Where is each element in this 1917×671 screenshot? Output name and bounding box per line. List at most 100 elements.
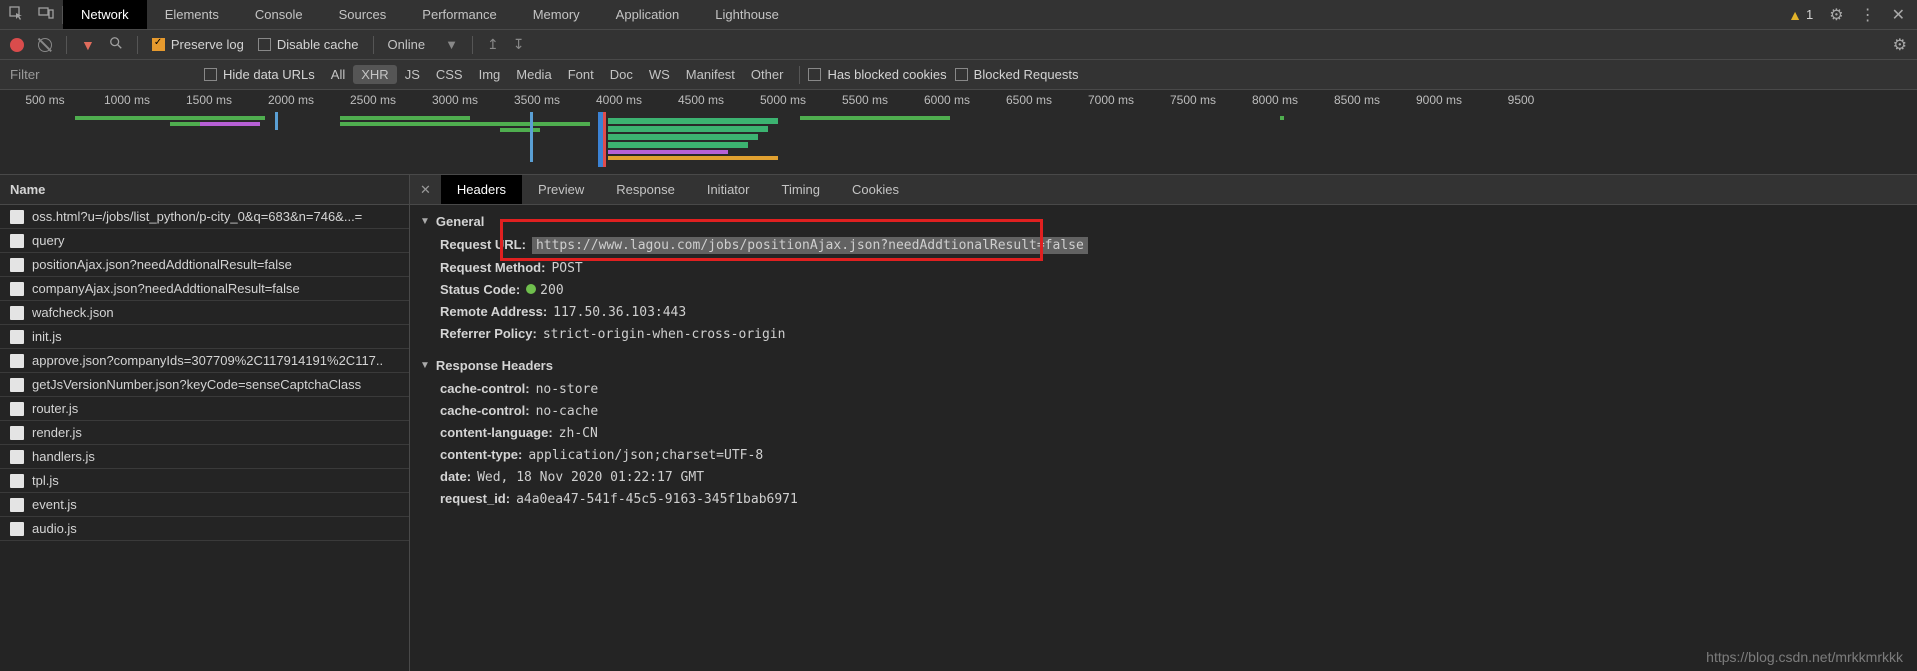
more-menu-icon[interactable]: ⋮ [1860,5,1876,25]
type-filter-all[interactable]: All [323,65,353,84]
header-name: date: [440,469,471,484]
request-list: Name oss.html?u=/jobs/list_python/p-city… [0,175,410,671]
panel-tab-elements[interactable]: Elements [147,0,237,29]
type-filter-js[interactable]: JS [397,65,428,84]
request-name: router.js [32,401,78,416]
file-icon [10,306,24,320]
detail-tab-timing[interactable]: Timing [765,175,836,204]
response-headers-section-header[interactable]: ▼ Response Headers [410,353,1917,378]
type-filter-xhr[interactable]: XHR [353,65,396,84]
type-filter-manifest[interactable]: Manifest [678,65,743,84]
preserve-log-checkbox[interactable]: Preserve log [152,37,244,52]
filter-toggle-icon[interactable]: ▼ [81,37,95,53]
close-devtools-icon[interactable]: ✕ [1892,5,1905,25]
settings-icon[interactable]: ⚙ [1829,5,1843,25]
request-url-label: Request URL: [440,237,526,252]
detail-tab-preview[interactable]: Preview [522,175,600,204]
type-filter-other[interactable]: Other [743,65,792,84]
clear-button[interactable] [38,38,52,52]
timeline-tick: 7000 ms [1088,93,1134,107]
panel-tab-console[interactable]: Console [237,0,321,29]
file-icon [10,234,24,248]
panel-tab-performance[interactable]: Performance [404,0,514,29]
network-timeline[interactable]: 500 ms1000 ms1500 ms2000 ms2500 ms3000 m… [0,90,1917,175]
general-section-header[interactable]: ▼ General [410,209,1917,234]
request-row[interactable]: render.js [0,421,409,445]
header-value: application/json;charset=UTF-8 [528,448,763,463]
timeline-ticks: 500 ms1000 ms1500 ms2000 ms2500 ms3000 m… [0,90,1917,110]
request-name: wafcheck.json [32,305,114,320]
record-button[interactable] [10,38,24,52]
file-icon [10,258,24,272]
panel-tab-network[interactable]: Network [63,0,147,29]
network-settings-icon[interactable]: ⚙ [1893,35,1907,55]
detail-tab-initiator[interactable]: Initiator [691,175,766,204]
hide-data-urls-checkbox[interactable]: Hide data URLs [204,67,315,82]
detail-tab-response[interactable]: Response [600,175,691,204]
request-list-header[interactable]: Name [0,175,409,205]
request-row[interactable]: approve.json?companyIds=307709%2C1179141… [0,349,409,373]
blocked-requests-label: Blocked Requests [974,67,1079,82]
blocked-requests-checkbox[interactable]: Blocked Requests [955,67,1079,82]
filter-input[interactable] [6,64,196,85]
request-method-value: POST [551,261,582,276]
upload-har-icon[interactable]: ↥ [487,36,499,53]
type-filter-font[interactable]: Font [560,65,602,84]
request-name: init.js [32,329,62,344]
inspect-element-icon[interactable] [8,5,24,24]
request-row[interactable]: handlers.js [0,445,409,469]
search-icon[interactable] [109,36,123,53]
header-name: cache-control: [440,403,530,418]
header-name: content-language: [440,425,553,440]
request-url-value[interactable]: https://www.lagou.com/jobs/positionAjax.… [532,237,1088,254]
response-header-row: cache-control:no-store [410,378,1917,400]
response-header-row: request_id:a4a0ea47-541f-45c5-9163-345f1… [410,488,1917,510]
throttling-select[interactable]: Online ▼ [388,37,458,52]
type-filter-doc[interactable]: Doc [602,65,641,84]
request-name: tpl.js [32,473,59,488]
type-filter-img[interactable]: Img [471,65,509,84]
has-blocked-label: Has blocked cookies [827,67,946,82]
status-code-row: Status Code: 200 [410,279,1917,301]
timeline-tick: 1000 ms [104,93,150,107]
detail-tab-cookies[interactable]: Cookies [836,175,915,204]
warning-badge[interactable]: ▲ 1 [1788,7,1813,23]
header-value: Wed, 18 Nov 2020 01:22:17 GMT [477,470,704,485]
type-filter-css[interactable]: CSS [428,65,471,84]
request-row[interactable]: audio.js [0,517,409,541]
main-tab-bar: NetworkElementsConsoleSourcesPerformance… [0,0,1917,30]
request-row[interactable]: query [0,229,409,253]
panel-tab-lighthouse[interactable]: Lighthouse [697,0,797,29]
request-row[interactable]: router.js [0,397,409,421]
download-har-icon[interactable]: ↧ [513,36,525,53]
request-row[interactable]: wafcheck.json [0,301,409,325]
detail-tab-headers[interactable]: Headers [441,175,522,204]
header-value: no-store [536,382,599,397]
panel-tab-memory[interactable]: Memory [515,0,598,29]
request-name: query [32,233,65,248]
header-name: request_id: [440,491,510,506]
device-toggle-icon[interactable] [38,5,54,24]
request-row[interactable]: positionAjax.json?needAddtionalResult=fa… [0,253,409,277]
request-row[interactable]: getJsVersionNumber.json?keyCode=senseCap… [0,373,409,397]
request-row[interactable]: init.js [0,325,409,349]
request-row[interactable]: tpl.js [0,469,409,493]
request-row[interactable]: event.js [0,493,409,517]
type-filter-media[interactable]: Media [508,65,559,84]
timeline-tick: 9000 ms [1416,93,1462,107]
panel-tab-sources[interactable]: Sources [321,0,405,29]
timeline-tick: 2500 ms [350,93,396,107]
file-icon [10,330,24,344]
request-row[interactable]: oss.html?u=/jobs/list_python/p-city_0&q=… [0,205,409,229]
header-value: no-cache [536,404,599,419]
close-details-icon[interactable]: ✕ [410,182,441,198]
has-blocked-cookies-checkbox[interactable]: Has blocked cookies [808,67,946,82]
type-filter-ws[interactable]: WS [641,65,678,84]
disable-cache-checkbox[interactable]: Disable cache [258,37,359,52]
divider [66,36,67,54]
divider [137,36,138,54]
timeline-tick: 2000 ms [268,93,314,107]
detail-tab-bar: ✕ HeadersPreviewResponseInitiatorTimingC… [410,175,1917,205]
request-row[interactable]: companyAjax.json?needAddtionalResult=fal… [0,277,409,301]
panel-tab-application[interactable]: Application [598,0,698,29]
